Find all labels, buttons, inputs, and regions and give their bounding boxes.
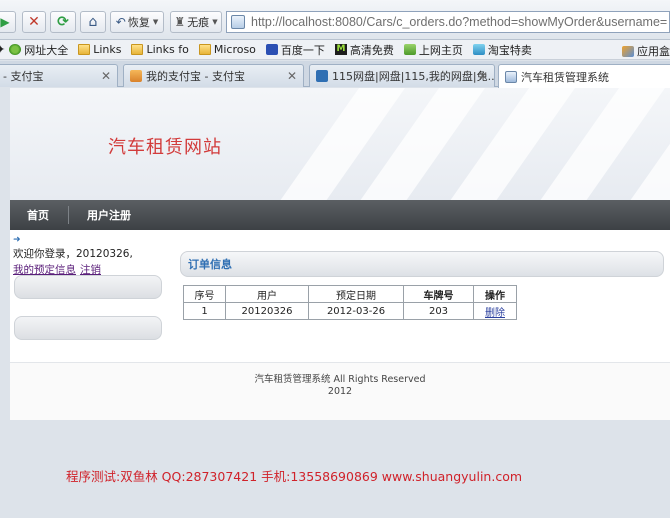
delete-link[interactable]: 删除 xyxy=(485,308,505,319)
address-url[interactable]: http://localhost:8080/Cars/c_orders.do?m… xyxy=(251,15,667,29)
page-footer: 汽车租赁管理系统 All Rights Reserved 2012 xyxy=(10,362,670,420)
table-header-row: 序号 用户 预定日期 车牌号 操作 xyxy=(183,285,517,303)
bookmark-item[interactable]: Links xyxy=(78,43,121,56)
page-icon xyxy=(231,15,245,29)
site-nav: 首页 用户注册 xyxy=(10,200,670,230)
cell-user: 20120326 xyxy=(225,302,309,320)
folder-icon xyxy=(131,44,144,55)
bookmark-item[interactable]: M 高清免费 xyxy=(334,42,394,58)
tab-115-drive[interactable]: 115网盘|网盘|115,我的网盘|免... ✕ xyxy=(309,64,495,87)
apps-icon xyxy=(622,45,634,57)
cell-plate: 203 xyxy=(403,302,474,320)
site-title: 汽车租赁网站 xyxy=(108,137,222,158)
globe-icon xyxy=(9,44,22,55)
alipay-icon xyxy=(130,70,142,82)
paw-icon xyxy=(265,44,278,55)
bookmark-label: 百度一下 xyxy=(280,43,325,57)
bookmark-item[interactable]: 上网主页 xyxy=(403,42,463,58)
cell-date: 2012-03-26 xyxy=(308,302,404,320)
cell-no: 1 xyxy=(183,302,226,320)
apps-box[interactable]: 应用盒 xyxy=(618,43,670,59)
site-banner: 汽车租赁网站 xyxy=(10,88,670,200)
refresh-icon: ⟳ xyxy=(57,14,69,30)
welcome-text: 欢迎你登录，20120326, xyxy=(13,248,133,260)
tab-my-alipay[interactable]: 我的支付宝 - 支付宝 ✕ xyxy=(123,64,304,87)
bookmark-item[interactable]: 百度一下 xyxy=(265,42,325,58)
incognito-button[interactable]: ♜ 无痕 ▼ xyxy=(170,11,222,33)
browser-toolbar: ▶ ✕ ⟳ ⌂ ↶ 恢复 ▼ ♜ 无痕 ▼ http://localhost:8… xyxy=(0,0,670,40)
order-section-title: 订单信息 xyxy=(188,258,232,271)
arrow-icon: ➜ xyxy=(13,235,21,245)
tab-label: - 支付宝 xyxy=(3,70,44,83)
web-page: 汽车租赁网站 首页 用户注册 ➜ 欢迎你登录，20120326, 我的预定信息注… xyxy=(10,88,670,420)
tab-label: 我的支付宝 - 支付宝 xyxy=(146,70,245,83)
user-panel: ➜ 欢迎你登录，20120326, 我的预定信息 注销 xyxy=(13,236,165,277)
bookmark-label: Links xyxy=(93,43,122,56)
undo-icon: ↶ xyxy=(115,15,126,29)
bookmark-label: 高清免费 xyxy=(349,43,394,57)
cell-action: 删除 xyxy=(473,302,517,320)
close-icon[interactable]: ✕ xyxy=(287,69,297,83)
chevron-down-icon: ▼ xyxy=(152,18,159,26)
restore-button[interactable]: ↶ 恢复 ▼ xyxy=(110,11,164,33)
bookmarks-bar: ✦ 网址大全 Links Links fo Microso 百度一下 M 高清免… xyxy=(0,40,670,60)
bookmark-label: Microso xyxy=(213,43,256,56)
order-section-header: 订单信息 xyxy=(180,251,664,277)
stop-icon: ✕ xyxy=(28,14,40,30)
home-icon: ⌂ xyxy=(88,14,98,30)
tab-alipay[interactable]: - 支付宝 ✕ xyxy=(0,64,118,87)
bookmark-item[interactable]: Links fo xyxy=(131,43,189,56)
tab-label: 汽车租赁管理系统 xyxy=(521,70,609,84)
page-icon xyxy=(505,70,517,83)
bookmark-item[interactable]: 网址大全 xyxy=(9,42,68,58)
bottom-note: 程序测试:双鱼林 QQ:287307421 手机:13558690869 www… xyxy=(66,469,523,484)
taobao-icon xyxy=(472,44,485,55)
column-header: 用户 xyxy=(225,285,309,303)
tab-car-rental[interactable]: 汽车租赁管理系统 xyxy=(498,64,670,88)
chevron-down-icon: ▼ xyxy=(212,18,218,26)
close-icon[interactable]: ✕ xyxy=(101,69,111,83)
home-page-icon xyxy=(403,44,416,55)
m-logo-icon: M xyxy=(334,44,347,55)
incognito-icon: ♜ xyxy=(174,15,186,29)
folder-icon xyxy=(198,44,211,55)
stop-button[interactable]: ✕ xyxy=(22,11,46,33)
orders-table: 序号 用户 预定日期 车牌号 操作 1 20120326 2012-03-26 … xyxy=(183,285,517,320)
refresh-button[interactable]: ⟳ xyxy=(50,11,76,33)
column-header: 预定日期 xyxy=(308,285,404,303)
table-row: 1 20120326 2012-03-26 203 删除 xyxy=(183,302,517,320)
nav-home[interactable]: 首页 xyxy=(27,207,49,223)
nav-divider xyxy=(68,206,69,224)
bookmark-label: 淘宝特卖 xyxy=(487,43,532,57)
side-box xyxy=(14,316,162,340)
bookmark-label: 上网主页 xyxy=(418,43,463,57)
bookmark-item[interactable]: Microso xyxy=(198,43,256,56)
tab-label: 115网盘|网盘|115,我的网盘|免... xyxy=(332,70,495,83)
bookmark-label: 网址大全 xyxy=(24,43,69,57)
nav-register[interactable]: 用户注册 xyxy=(87,207,131,223)
drive-icon xyxy=(316,70,328,82)
forward-arrow-icon: ▶ xyxy=(0,15,10,29)
home-button[interactable]: ⌂ xyxy=(80,11,106,33)
bookmark-item[interactable]: 淘宝特卖 xyxy=(472,42,532,58)
forward-button[interactable]: ▶ xyxy=(0,11,16,33)
close-icon[interactable]: ✕ xyxy=(478,69,488,83)
tab-bar: - 支付宝 ✕ 我的支付宝 - 支付宝 ✕ 115网盘|网盘|115,我的网盘|… xyxy=(0,61,670,88)
bookmark-label: Links fo xyxy=(146,43,189,56)
address-bar[interactable]: http://localhost:8080/Cars/c_orders.do?m… xyxy=(226,11,670,33)
apps-label: 应用盒 xyxy=(637,45,670,58)
folder-icon xyxy=(78,44,91,55)
column-header: 车牌号 xyxy=(403,285,474,303)
restore-label: 恢复 xyxy=(127,16,150,29)
bookmark-star-icon[interactable]: ✦ xyxy=(0,43,5,56)
incognito-label: 无痕 xyxy=(187,16,210,29)
column-header: 操作 xyxy=(473,285,517,303)
column-header: 序号 xyxy=(183,285,226,303)
side-box xyxy=(14,275,162,299)
footer-year: 2012 xyxy=(327,386,353,397)
footer-copyright: 汽车租赁管理系统 All Rights Reserved xyxy=(254,374,426,385)
